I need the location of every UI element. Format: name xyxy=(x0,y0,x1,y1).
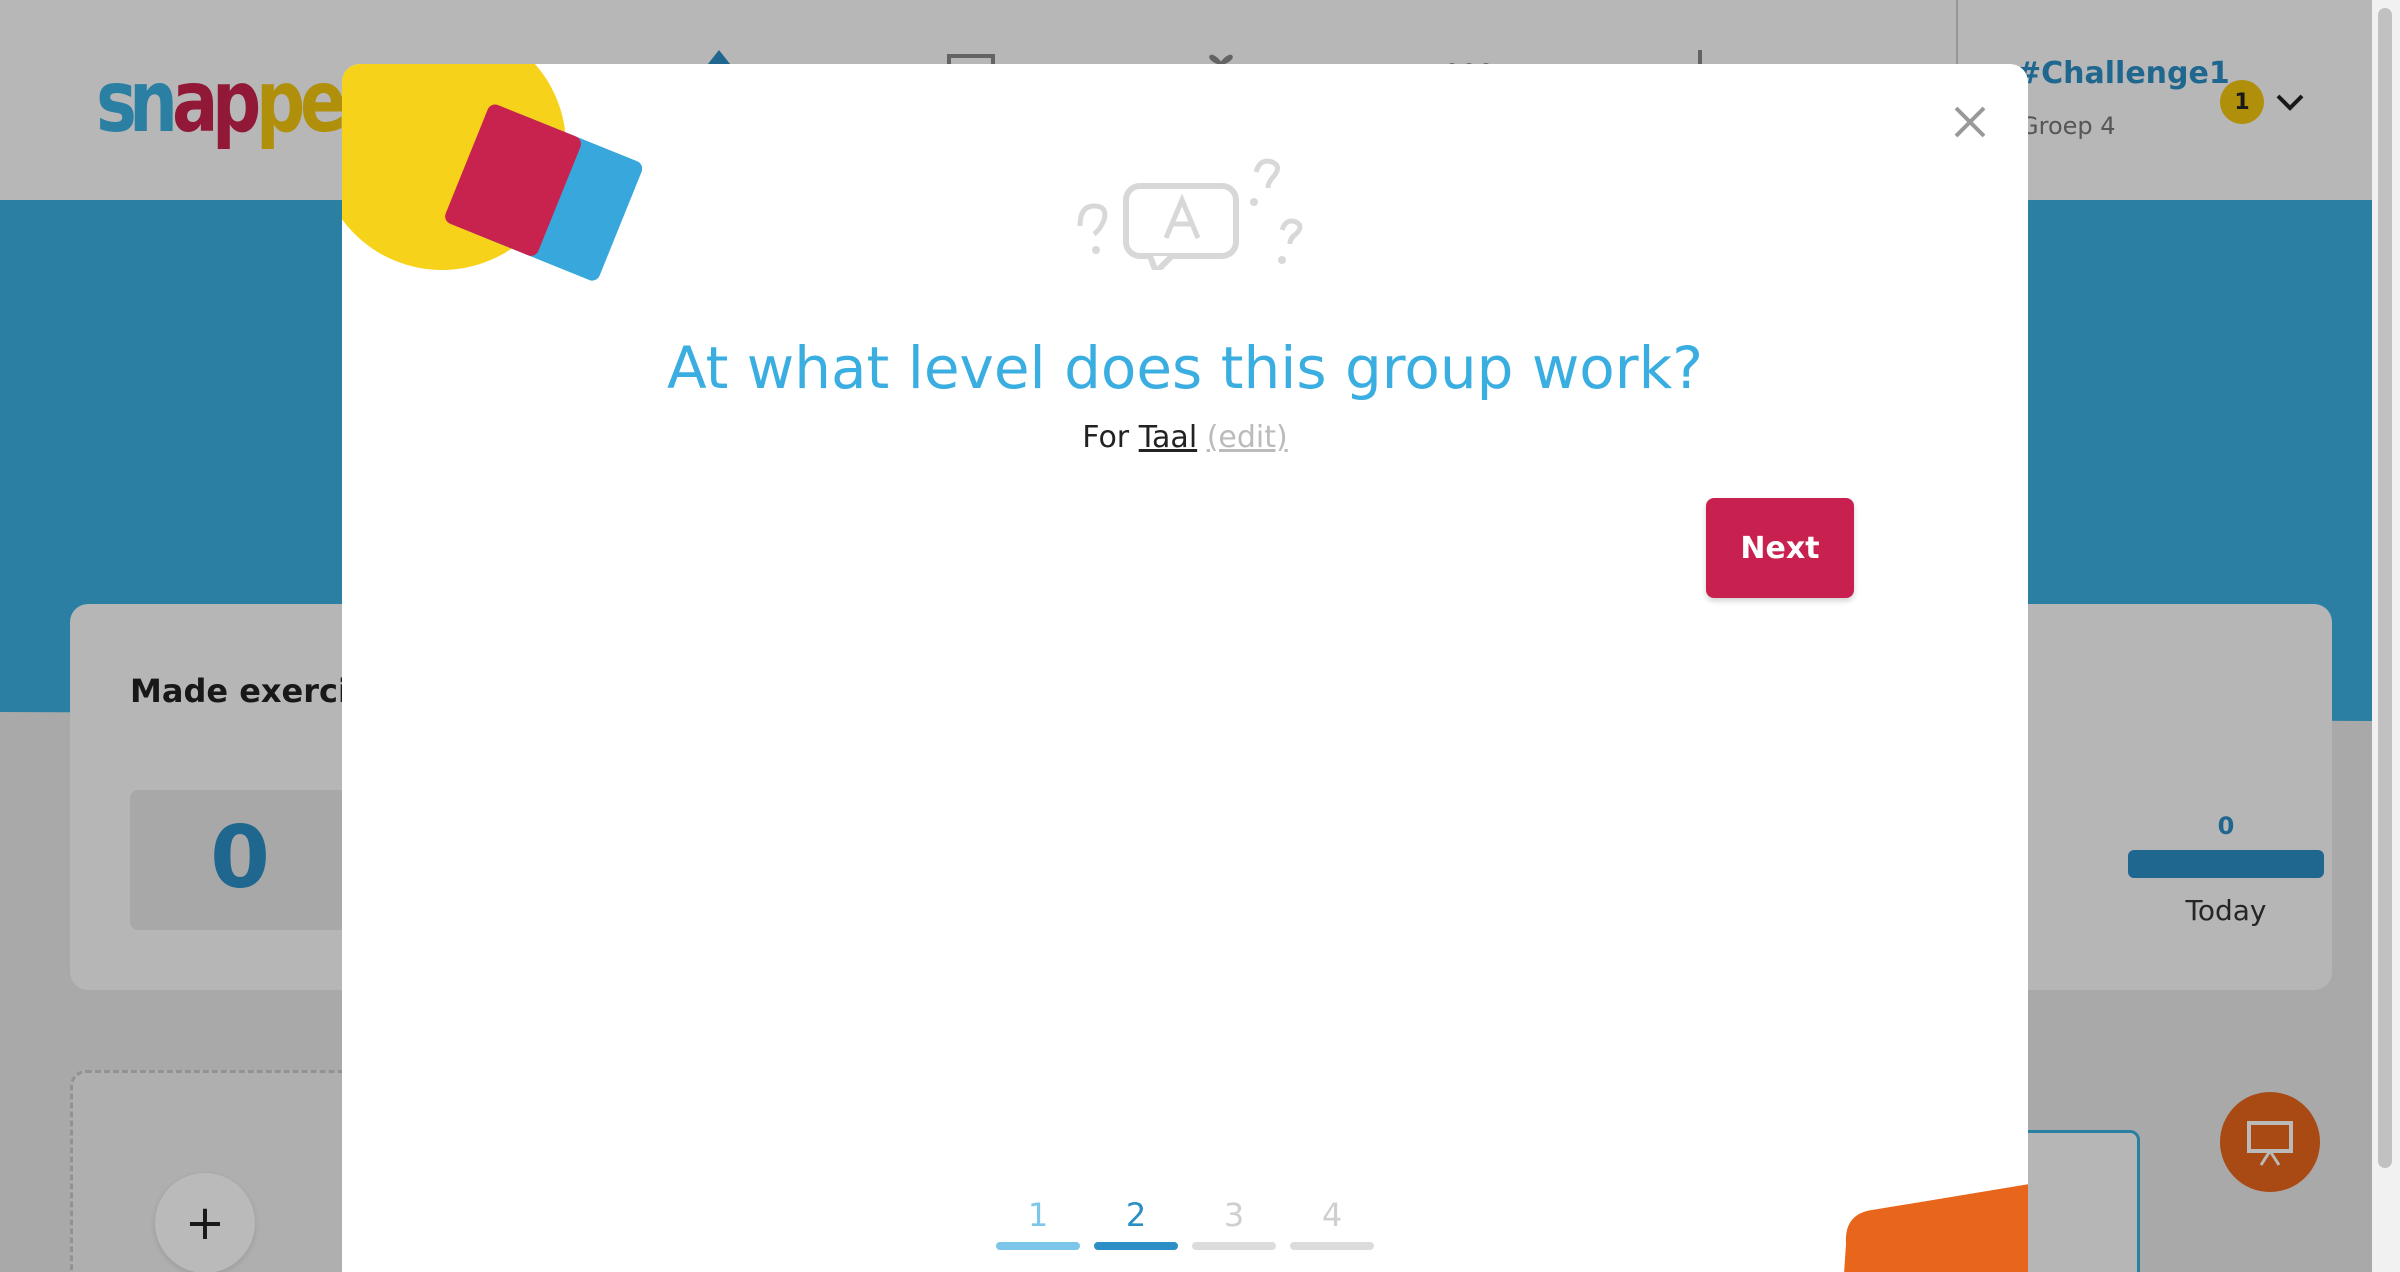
modal-subtitle: For Taal (edit) xyxy=(342,420,2028,455)
step-number: 1 xyxy=(1027,1196,1049,1234)
speech-bubble-icon xyxy=(1077,158,1303,270)
step-bar xyxy=(996,1242,1080,1250)
decorative-shapes xyxy=(342,64,642,281)
close-button[interactable] xyxy=(1948,100,1992,144)
subject-link[interactable]: Taal xyxy=(1139,420,1197,455)
scrollbar-thumb[interactable] xyxy=(2378,8,2392,1168)
subtitle-prefix: For xyxy=(1082,420,1130,455)
step-bar xyxy=(1094,1242,1178,1250)
step-bar xyxy=(1192,1242,1276,1250)
step-number: 3 xyxy=(1223,1196,1245,1234)
step-number: 2 xyxy=(1125,1196,1147,1234)
decorative-corner xyxy=(1844,1184,2028,1272)
step-2[interactable]: 2 xyxy=(1094,1190,1178,1270)
step-indicator: 1 2 3 4 xyxy=(996,1190,1384,1270)
step-number: 4 xyxy=(1321,1196,1343,1234)
step-4[interactable]: 4 xyxy=(1290,1190,1374,1270)
modal-title: At what level does this group work? xyxy=(666,334,1704,402)
level-modal: At what level does this group work? For … xyxy=(342,64,2028,1272)
step-bar xyxy=(1290,1242,1374,1250)
step-1[interactable]: 1 xyxy=(996,1190,1080,1270)
step-3[interactable]: 3 xyxy=(1192,1190,1276,1270)
close-icon xyxy=(1954,106,1986,138)
edit-link[interactable]: (edit) xyxy=(1207,420,1288,455)
next-button[interactable]: Next xyxy=(1706,498,1854,598)
